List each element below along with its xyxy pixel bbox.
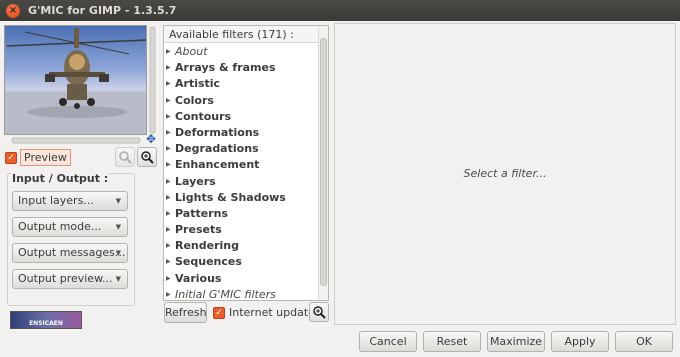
output-preview-label: Output preview... <box>18 272 113 285</box>
filter-category-item[interactable]: ▶ Lights & Shadows <box>164 190 328 206</box>
zoom-in-icon <box>313 306 326 319</box>
select-filter-message: Select a filter... <box>463 167 547 180</box>
reset-button[interactable]: Reset <box>423 331 481 352</box>
output-mode-label: Output mode... <box>18 220 102 233</box>
filter-category-label: Deformations <box>175 125 260 139</box>
expand-triangle-icon[interactable]: ▶ <box>166 222 175 238</box>
dropdown-arrow-icon: ▼ <box>115 249 121 257</box>
output-messages-label: Output messages... <box>18 246 126 259</box>
filter-category-label: Sequences <box>175 255 242 269</box>
expand-triangle-icon[interactable]: ▶ <box>166 141 175 157</box>
apply-button[interactable]: Apply <box>551 331 609 352</box>
filter-category-item[interactable]: ▶ Sequences <box>164 254 328 270</box>
preview-vertical-scrollbar[interactable] <box>147 25 158 135</box>
expand-triangle-icon[interactable]: ▶ <box>166 157 175 173</box>
filter-category-item[interactable]: ▶ Patterns <box>164 206 328 222</box>
title-bar: × G'MIC for GIMP - 1.3.5.7 <box>0 0 680 21</box>
logo-text: ENSICAEN <box>29 320 63 327</box>
filter-category-item[interactable]: ▶ Artistic <box>164 76 328 92</box>
helicopter-image <box>5 28 146 134</box>
output-preview-combo[interactable]: Output preview... ▼ <box>12 269 128 289</box>
internet-updates-label: Internet updates <box>229 306 321 319</box>
filter-category-item[interactable]: ▶ About <box>164 44 328 60</box>
filter-category-label: Patterns <box>175 206 228 220</box>
input-layers-label: Input layers... <box>18 194 94 207</box>
preview-checkbox-label: Preview <box>20 149 71 166</box>
filter-category-label: Layers <box>175 174 216 188</box>
refresh-button[interactable]: Refresh <box>164 302 207 323</box>
dropdown-arrow-icon: ▼ <box>115 197 121 205</box>
filters-tree[interactable]: Available filters (171) : ▶ About ▶ Arrays … <box>163 25 329 301</box>
checkbox-checked-icon[interactable]: ✓ <box>5 151 17 164</box>
filter-list: ▶ About ▶ Arrays & frames ▶ Artistic ▶ Colors ▶ C… <box>164 43 328 301</box>
input-layers-combo[interactable]: Input layers... ▼ <box>12 191 128 211</box>
expand-triangle-icon[interactable]: ▶ <box>166 93 175 109</box>
move-icon[interactable]: ✥ <box>146 132 156 146</box>
filter-category-label: Lights & Shadows <box>175 190 286 204</box>
expand-triangle-icon[interactable]: ▶ <box>166 174 175 190</box>
ok-button[interactable]: OK <box>615 331 673 352</box>
filter-category-label: Artistic <box>175 77 221 91</box>
expand-triangle-icon[interactable]: ▶ <box>166 287 175 300</box>
expand-triangle-icon[interactable]: ▶ <box>166 190 175 206</box>
filter-category-label: Arrays & frames <box>175 61 276 75</box>
zoom-out-button[interactable] <box>115 147 135 167</box>
zoom-in-icon <box>141 151 154 164</box>
expand-triangle-icon[interactable]: ▶ <box>166 254 175 270</box>
scrollbar-thumb[interactable] <box>320 38 327 286</box>
filter-category-item[interactable]: ▶ Enhancement <box>164 157 328 173</box>
output-messages-combo[interactable]: Output messages... ▼ <box>12 243 128 263</box>
internet-updates-checkbox[interactable]: ✓ Internet updates <box>213 306 321 319</box>
zoom-in-button[interactable] <box>137 147 157 167</box>
cancel-button[interactable]: Cancel <box>359 331 417 352</box>
dropdown-arrow-icon: ▼ <box>115 223 121 231</box>
filter-category-item[interactable]: ▶ Degradations <box>164 141 328 157</box>
filter-category-label: Degradations <box>175 142 259 156</box>
preview-image[interactable] <box>4 25 147 135</box>
filter-category-item[interactable]: ▶ Contours <box>164 109 328 125</box>
expand-triangle-icon[interactable]: ▶ <box>166 76 175 92</box>
filter-category-item[interactable]: ▶ Colors <box>164 93 328 109</box>
expand-triangle-icon[interactable]: ▶ <box>166 109 175 125</box>
expand-triangle-icon[interactable]: ▶ <box>166 125 175 141</box>
main-window: ✥ ✓ Preview Input / Output : Input layer… <box>0 21 680 357</box>
output-mode-combo[interactable]: Output mode... ▼ <box>12 217 128 237</box>
filter-category-item[interactable]: ▶ Rendering <box>164 238 328 254</box>
filter-category-label: Various <box>175 271 222 285</box>
filter-category-item[interactable]: ▶ Arrays & frames <box>164 60 328 76</box>
filter-category-label: Contours <box>175 109 232 123</box>
expand-triangle-icon[interactable]: ▶ <box>166 271 175 287</box>
filter-category-item[interactable]: ▶ Various <box>164 271 328 287</box>
filter-category-item[interactable]: ▶ Presets <box>164 222 328 238</box>
zoom-out-icon <box>119 151 132 164</box>
expand-triangle-icon[interactable]: ▶ <box>166 44 175 60</box>
filters-header: Available filters (171) : <box>164 26 328 43</box>
filter-category-item[interactable]: ▶ Initial G'MIC filters <box>164 287 328 301</box>
expand-triangle-icon[interactable]: ▶ <box>166 206 175 222</box>
preview-checkbox[interactable]: ✓ Preview <box>5 149 71 166</box>
filter-category-item[interactable]: ▶ Layers <box>164 174 328 190</box>
preview-horizontal-scrollbar[interactable] <box>4 135 147 144</box>
filter-category-label: Colors <box>175 93 214 107</box>
checkbox-checked-icon[interactable]: ✓ <box>213 306 225 319</box>
filters-scrollbar[interactable] <box>318 26 328 300</box>
gmic-logo[interactable]: ENSICAEN <box>10 311 82 329</box>
filter-category-label: Initial G'MIC filters <box>175 287 276 301</box>
expand-triangle-icon[interactable]: ▶ <box>166 238 175 254</box>
filter-category-item[interactable]: ▶ Deformations <box>164 125 328 141</box>
close-icon[interactable]: × <box>6 3 20 18</box>
expand-triangle-icon[interactable]: ▶ <box>166 60 175 76</box>
filters-zoom-button[interactable] <box>309 302 329 322</box>
input-output-title: Input / Output : <box>11 172 110 185</box>
filter-category-label: About <box>175 45 208 58</box>
window-title: G'MIC for GIMP - 1.3.5.7 <box>28 4 177 17</box>
filter-category-label: Enhancement <box>175 158 260 172</box>
filter-category-label: Presets <box>175 223 222 237</box>
maximize-button[interactable]: Maximize <box>487 331 545 352</box>
dropdown-arrow-icon: ▼ <box>115 275 121 283</box>
filter-settings-panel: Select a filter... <box>334 23 676 325</box>
filter-category-label: Rendering <box>175 239 239 253</box>
